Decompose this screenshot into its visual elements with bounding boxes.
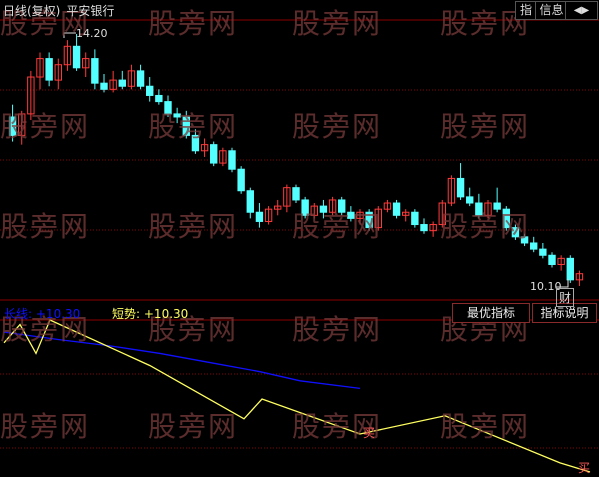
title-bar: 日线(复权) 平安银行 指 信息 ◀▶ bbox=[0, 0, 599, 20]
high-price-label: 14.20 bbox=[76, 27, 108, 40]
watermark: 股旁网 bbox=[0, 210, 91, 243]
indicator-button[interactable]: 指 bbox=[515, 1, 537, 20]
candle-body bbox=[136, 70, 145, 87]
candle-body bbox=[237, 168, 245, 192]
best-indicator-button[interactable]: 最优指标 bbox=[452, 303, 530, 323]
candle-body bbox=[548, 254, 556, 265]
watermark: 股旁网 bbox=[148, 210, 239, 243]
candle-body bbox=[392, 202, 401, 216]
candle-body bbox=[91, 58, 99, 84]
candles bbox=[8, 34, 584, 286]
candle-body bbox=[146, 85, 154, 96]
candle-body bbox=[420, 224, 428, 232]
watermark: 股旁网 bbox=[440, 110, 531, 143]
watermark: 股旁网 bbox=[292, 210, 383, 243]
candle-body bbox=[118, 79, 126, 87]
candle-body bbox=[530, 242, 538, 250]
watermark: 股旁网 bbox=[0, 410, 91, 443]
long-line-label: 长线 bbox=[4, 307, 29, 321]
info-button[interactable]: 信息 bbox=[535, 1, 568, 20]
candle-body bbox=[45, 58, 53, 81]
watermark: 股旁网 bbox=[292, 110, 383, 143]
buy-signal-1: 买 bbox=[363, 426, 376, 440]
stock-name[interactable]: 平安银行 bbox=[66, 4, 114, 18]
candle-body bbox=[228, 150, 236, 170]
chart-window: 股旁网 股旁网 股旁网 股旁网 股旁网 股旁网 股旁网 股旁网 股旁网 股旁网 … bbox=[0, 0, 599, 477]
short-line-value: +10.30 bbox=[143, 307, 189, 321]
candle-body bbox=[539, 248, 547, 256]
candle-body bbox=[72, 45, 81, 69]
watermark: 股旁网 bbox=[0, 110, 91, 143]
buy-signal-2: 买 bbox=[578, 461, 591, 475]
short-line-legend[interactable]: 短势: +10.30 bbox=[112, 305, 188, 322]
arrows-button[interactable]: ◀▶ bbox=[565, 1, 598, 20]
candle-body bbox=[411, 211, 419, 226]
candle-body bbox=[466, 196, 474, 204]
chart-title: 日线(复权) 平安银行 bbox=[3, 2, 120, 19]
short-line-label: 短势: bbox=[112, 307, 141, 321]
watermark: 股旁网 bbox=[440, 410, 531, 443]
finance-badge[interactable]: 财 bbox=[556, 288, 575, 307]
candle-body bbox=[246, 190, 254, 213]
watermark: 股旁网 bbox=[292, 313, 383, 346]
long-line-value: +10.30 bbox=[35, 307, 81, 321]
candle-body bbox=[210, 144, 218, 164]
watermark: 股旁网 bbox=[148, 410, 239, 443]
candle-body bbox=[566, 257, 574, 281]
long-line-legend[interactable]: 长线: +10.30 bbox=[4, 305, 80, 322]
candle-body bbox=[292, 187, 300, 201]
watermark: 股旁网 bbox=[440, 210, 531, 243]
candle-body bbox=[456, 177, 465, 198]
candle-body bbox=[100, 82, 108, 90]
candle-body bbox=[255, 211, 264, 222]
period-label[interactable]: 日线(复权) bbox=[3, 4, 60, 18]
candle-body bbox=[155, 94, 163, 103]
watermark: 股旁网 bbox=[148, 110, 239, 143]
